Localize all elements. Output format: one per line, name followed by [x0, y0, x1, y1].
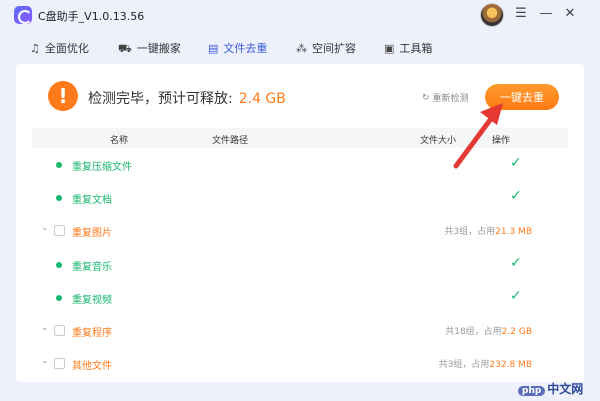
item-summary: 共18组，占用2.2 GB [445, 324, 532, 337]
tab-label: 空间扩容 [312, 42, 356, 55]
done-dot-icon [56, 162, 62, 168]
tab-label: 一键搬家 [136, 42, 181, 55]
tab-file-dedup[interactable]: ▤ 文件去重 [208, 34, 267, 64]
chevron-down-icon[interactable]: ⌄ [41, 223, 49, 233]
tab-space-expand[interactable]: ⁂ 空间扩容 [296, 34, 356, 64]
item-label: 重复图片 [72, 228, 112, 239]
refresh-icon: ↻ [422, 92, 430, 103]
list-item[interactable]: ⌄ 其他文件 共3组，占用232.8 MB [32, 351, 568, 377]
menu-icon[interactable]: ☰ [513, 6, 529, 22]
chevron-down-icon[interactable]: ⌄ [41, 323, 49, 333]
check-icon: ✓ [510, 255, 522, 271]
summary-size: 232.8 MB [489, 360, 532, 370]
list-item[interactable]: ⌄ 重复程序 共18组，占用2.2 GB [32, 318, 568, 344]
tab-one-click-move[interactable]: ⛟ 一键搬家 [118, 34, 181, 64]
header-op: 操作 [492, 136, 511, 146]
one-click-dedup-button[interactable]: 一键去重 [485, 84, 559, 110]
app-title: C盘助手_V1.0.13.56 [38, 10, 145, 23]
check-icon: ✓ [510, 155, 522, 171]
app-logo-icon [14, 6, 32, 24]
tab-label: 工具箱 [399, 42, 433, 55]
item-label: 重复文档 [72, 195, 112, 206]
done-dot-icon [56, 195, 62, 201]
row-checkbox[interactable] [54, 325, 65, 336]
tab-label: 全面优化 [44, 42, 89, 55]
done-dot-icon [56, 262, 62, 268]
item-label: 重复音乐 [72, 262, 112, 273]
dedup-panel: ! 检测完毕，预计可释放: 2.4 GB ↻ 重新检测 一键去重 名称 文件路径 … [16, 64, 584, 382]
user-avatar[interactable] [480, 3, 504, 27]
main-tabs: ♫ 全面优化 ⛟ 一键搬家 ▤ 文件去重 ⁂ 空间扩容 ▣ 工具箱 [0, 34, 600, 64]
summary-prefix: 共3组，占用 [438, 360, 490, 370]
done-dot-icon [56, 295, 62, 301]
item-summary: 共3组，占用232.8 MB [439, 357, 532, 370]
summary-size: 2.2 GB [501, 327, 532, 337]
releasable-size: 2.4 GB [238, 91, 286, 107]
tab-toolbox[interactable]: ▣ 工具箱 [384, 34, 432, 64]
item-label: 其他文件 [72, 361, 112, 372]
row-checkbox[interactable] [54, 225, 65, 236]
close-button[interactable]: ✕ [562, 6, 578, 22]
item-label: 重复压缩文件 [72, 162, 132, 173]
scan-status-text: 检测完毕，预计可释放: [88, 91, 233, 107]
header-path: 文件路径 [212, 136, 249, 146]
header-name: 名称 [110, 136, 129, 146]
header-size: 文件大小 [420, 136, 457, 146]
rescan-button[interactable]: ↻ 重新检测 [422, 91, 469, 105]
site-watermark: php 中文网 [518, 380, 583, 397]
warning-icon: ! [48, 81, 78, 111]
list-item[interactable]: 重复视频 ✓ [32, 285, 568, 311]
chevron-down-icon[interactable]: ⌄ [41, 356, 49, 366]
summary-prefix: 共18组，占用 [445, 327, 502, 337]
check-icon: ✓ [510, 288, 522, 304]
list-item[interactable]: 重复音乐 ✓ [32, 252, 568, 278]
item-label: 重复程序 [72, 328, 112, 339]
toolbox-icon: ▣ [384, 42, 395, 55]
list-item[interactable]: 重复压缩文件 ✓ [32, 152, 568, 178]
row-checkbox[interactable] [54, 358, 65, 369]
item-summary: 共3组，占用21.3 MB [444, 224, 532, 237]
file-icon: ▤ [208, 42, 219, 55]
rescan-label: 重新检测 [432, 94, 469, 104]
bell-icon: ♫ [30, 42, 40, 55]
truck-icon: ⛟ [118, 42, 132, 55]
list-item[interactable]: ⌄ 重复图片 共3组，占用21.3 MB [32, 218, 568, 244]
scan-status: 检测完毕，预计可释放: 2.4 GB [88, 88, 286, 108]
title-bar: C盘助手_V1.0.13.56 ☰ — ✕ [0, 0, 600, 32]
check-icon: ✓ [510, 188, 522, 204]
minimize-button[interactable]: — [538, 6, 554, 22]
item-label: 重复视频 [72, 295, 112, 306]
php-badge: php [518, 386, 546, 396]
summary-size: 21.3 MB [495, 227, 532, 237]
list-item[interactable]: 重复文档 ✓ [32, 185, 568, 211]
tab-label: 文件去重 [223, 42, 268, 55]
watermark-text: 中文网 [547, 382, 584, 396]
table-header: 名称 文件路径 文件大小 操作 [32, 128, 568, 148]
expand-icon: ⁂ [296, 42, 307, 55]
tab-full-optimize[interactable]: ♫ 全面优化 [30, 34, 89, 64]
summary-prefix: 共3组，占用 [444, 227, 496, 237]
